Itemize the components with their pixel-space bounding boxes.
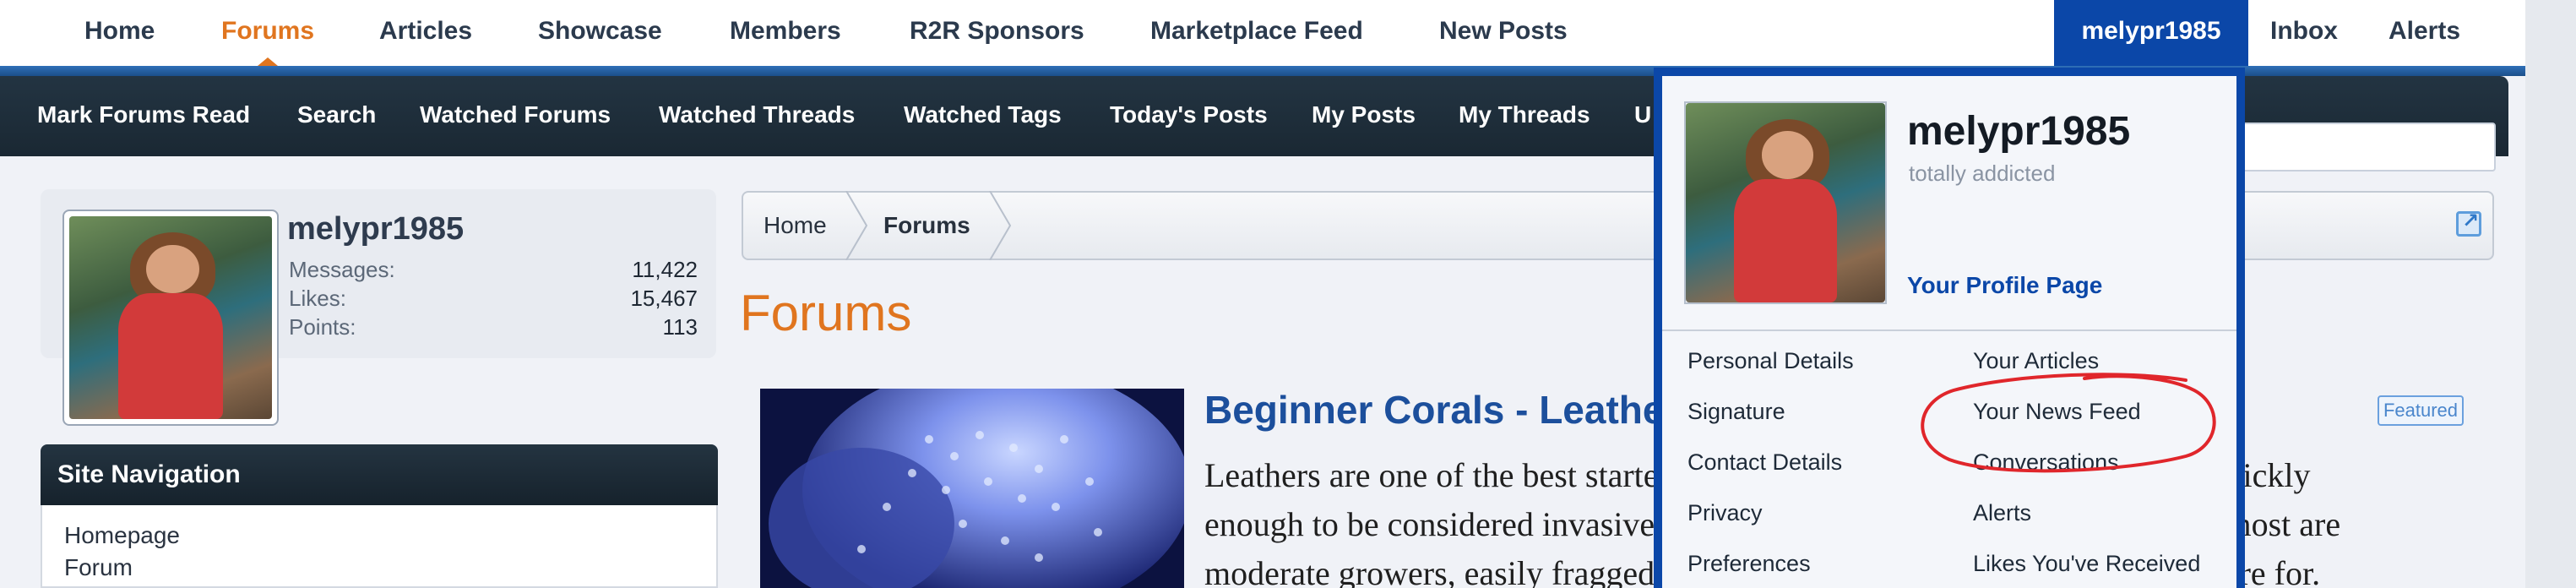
subnav-my-posts[interactable]: My Posts bbox=[1312, 76, 1416, 156]
subnav-search[interactable]: Search bbox=[297, 76, 376, 156]
link-privacy[interactable]: Privacy bbox=[1687, 500, 1763, 526]
sidebar-username[interactable]: melypr1985 bbox=[287, 211, 464, 248]
stat-points: Points: 113 bbox=[289, 314, 698, 343]
avatar-photo bbox=[1686, 103, 1885, 302]
subnav-truncated-item[interactable]: U bbox=[1634, 76, 1651, 156]
subnav-watched-tags[interactable]: Watched Tags bbox=[904, 76, 1062, 156]
nav-articles[interactable]: Articles bbox=[379, 0, 472, 64]
stat-value: 15,467 bbox=[630, 286, 698, 311]
popout-icon[interactable] bbox=[2456, 209, 2481, 237]
subnav-todays-posts[interactable]: Today's Posts bbox=[1110, 76, 1268, 156]
site-nav-forum[interactable]: Forum bbox=[64, 554, 133, 581]
nav-marketplace-feed[interactable]: Marketplace Feed bbox=[1150, 0, 1363, 64]
link-contact-details[interactable]: Contact Details bbox=[1687, 449, 1842, 476]
coral-illustration bbox=[760, 389, 1184, 588]
nav-r2r-sponsors[interactable]: R2R Sponsors bbox=[910, 0, 1084, 64]
link-likes-received[interactable]: Likes You've Received bbox=[1973, 551, 2200, 577]
breadcrumb-separator bbox=[845, 191, 868, 260]
search-input[interactable] bbox=[2230, 122, 2496, 172]
stat-likes: Likes: 15,467 bbox=[289, 286, 698, 314]
dropdown-username[interactable]: melypr1985 bbox=[1907, 108, 2130, 155]
page-right-gutter bbox=[2525, 0, 2576, 588]
account-dropdown: melypr1985 totally addicted Your Profile… bbox=[1654, 68, 2245, 588]
nav-alerts[interactable]: Alerts bbox=[2389, 0, 2460, 64]
subnav-mark-forums-read[interactable]: Mark Forums Read bbox=[37, 76, 250, 156]
breadcrumb-home[interactable]: Home bbox=[764, 193, 827, 259]
stat-messages: Messages: 11,422 bbox=[289, 257, 698, 286]
link-your-articles[interactable]: Your Articles bbox=[1973, 348, 2099, 374]
nav-inbox[interactable]: Inbox bbox=[2270, 0, 2338, 64]
stat-value: 11,422 bbox=[632, 257, 698, 282]
annotation-circle bbox=[1921, 373, 2216, 473]
site-nav-homepage[interactable]: Homepage bbox=[64, 522, 180, 549]
nav-showcase[interactable]: Showcase bbox=[538, 0, 662, 64]
stat-label: Points: bbox=[289, 314, 356, 340]
breadcrumb-forums[interactable]: Forums bbox=[883, 193, 970, 259]
subnav-my-threads[interactable]: My Threads bbox=[1459, 76, 1590, 156]
active-tab-caret bbox=[258, 57, 278, 66]
nav-members[interactable]: Members bbox=[730, 0, 841, 64]
link-preferences[interactable]: Preferences bbox=[1687, 551, 1811, 577]
stat-label: Likes: bbox=[289, 286, 346, 311]
dropdown-divider bbox=[1662, 329, 2236, 331]
link-signature[interactable]: Signature bbox=[1687, 399, 1785, 425]
account-dropdown-body: melypr1985 totally addicted Your Profile… bbox=[1662, 76, 2236, 588]
dropdown-user-title: totally addicted bbox=[1909, 161, 2056, 186]
nav-home[interactable]: Home bbox=[84, 0, 155, 64]
stat-label: Messages: bbox=[289, 257, 395, 282]
your-profile-page-link[interactable]: Your Profile Page bbox=[1907, 272, 2102, 299]
link-personal-details[interactable]: Personal Details bbox=[1687, 348, 1854, 374]
nav-forums[interactable]: Forums bbox=[221, 0, 314, 64]
stat-value: 113 bbox=[662, 314, 698, 340]
article-thumbnail[interactable] bbox=[760, 389, 1184, 588]
link-alerts[interactable]: Alerts bbox=[1973, 500, 2031, 526]
nav-new-posts[interactable]: New Posts bbox=[1439, 0, 1568, 64]
site-navigation-header: Site Navigation bbox=[41, 444, 718, 505]
subnav-watched-forums[interactable]: Watched Forums bbox=[420, 76, 611, 156]
top-navigation: Home Forums Articles Showcase Members R2… bbox=[0, 0, 2576, 68]
user-account-tab[interactable]: melypr1985 bbox=[2054, 0, 2248, 68]
avatar-photo bbox=[69, 216, 272, 419]
page-title: Forums bbox=[740, 285, 912, 341]
article-title[interactable]: Beginner Corals - Leathers bbox=[1204, 387, 1701, 433]
avatar[interactable] bbox=[62, 210, 279, 426]
dropdown-avatar[interactable] bbox=[1684, 101, 1887, 304]
breadcrumb-separator bbox=[989, 191, 1012, 260]
featured-badge: Featured bbox=[2378, 395, 2464, 426]
subnav-watched-threads[interactable]: Watched Threads bbox=[659, 76, 855, 156]
